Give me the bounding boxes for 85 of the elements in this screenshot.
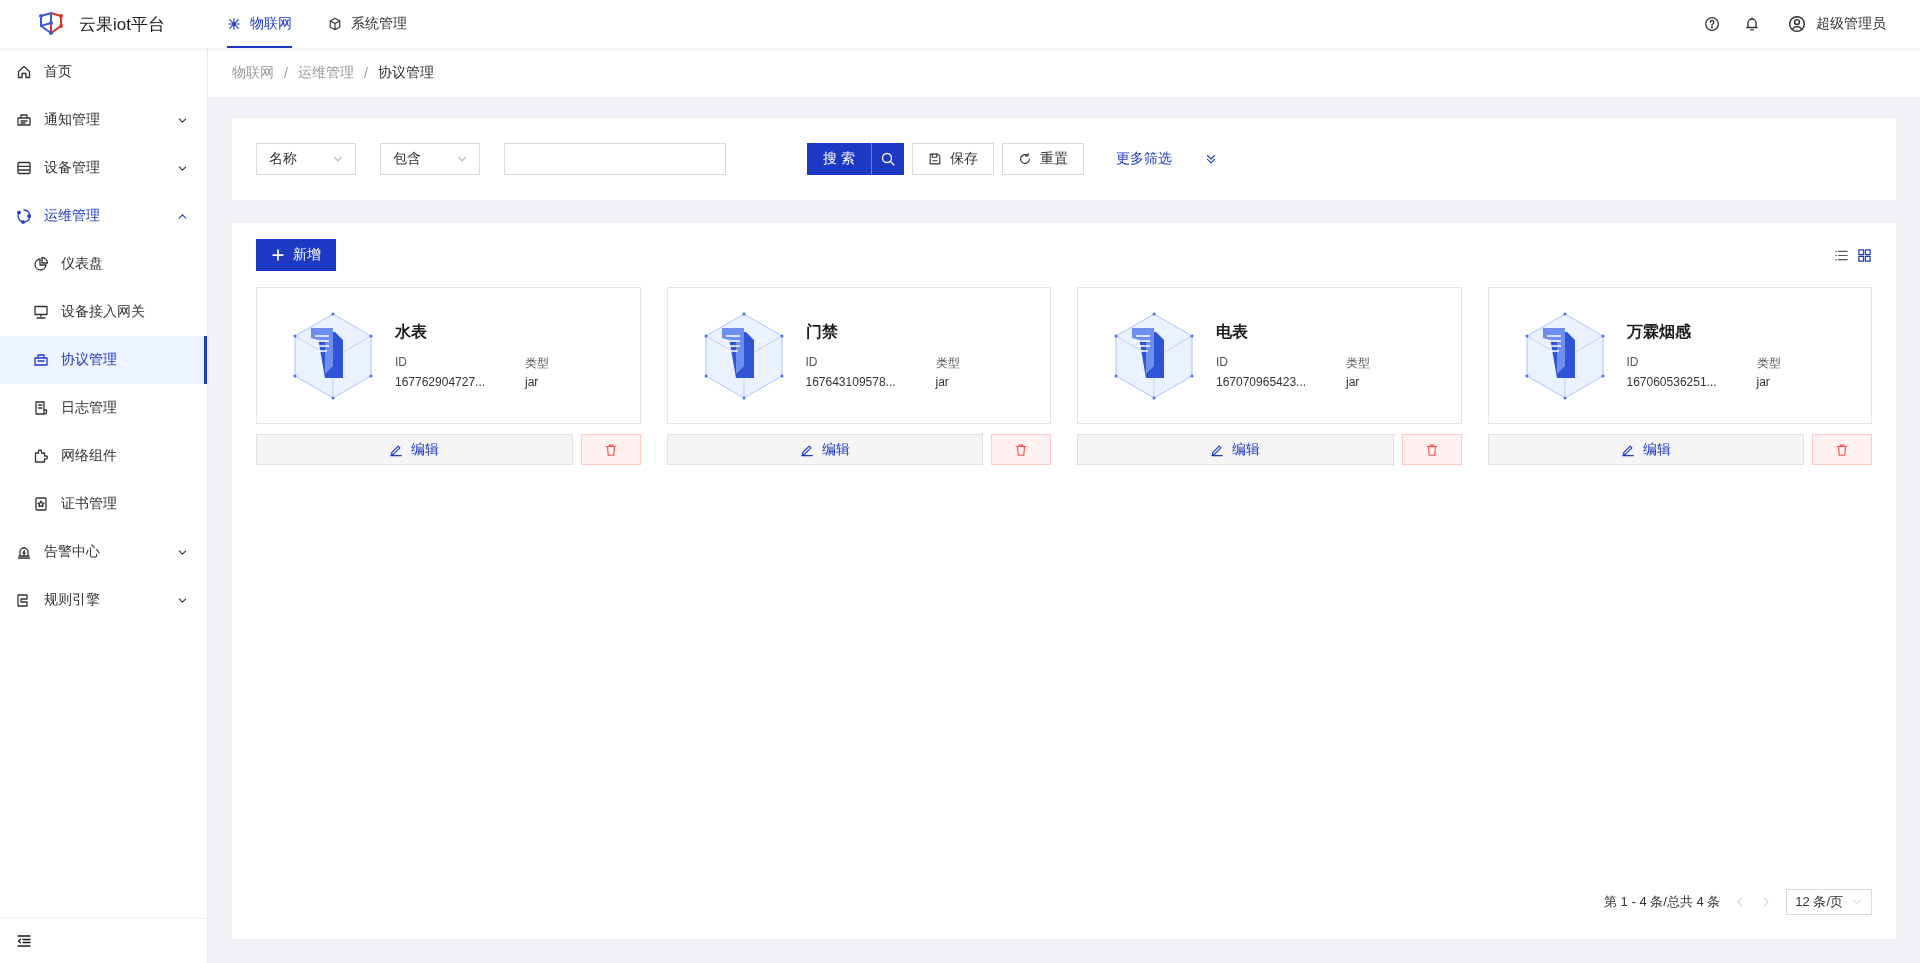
pencil-icon xyxy=(1620,442,1635,457)
pagination-summary: 第 1 - 4 条/总共 4 条 xyxy=(1604,893,1721,911)
cube-icon xyxy=(328,17,342,31)
sidebar-item[interactable]: 首页 xyxy=(0,48,207,96)
grid-view-icon[interactable] xyxy=(1857,247,1872,263)
card-title: 门禁 xyxy=(805,322,839,342)
document-icon xyxy=(33,400,49,416)
page-size-select[interactable]: 12 条/页 xyxy=(1786,889,1872,915)
field-label: 类型 xyxy=(935,355,961,372)
pencil-icon xyxy=(389,442,404,457)
sidebar-item[interactable]: 网络组件 xyxy=(0,432,207,480)
app-title: 云果iot平台 xyxy=(79,13,165,36)
trash-icon xyxy=(1835,442,1849,457)
plus-icon xyxy=(271,248,285,262)
pie-chart-icon xyxy=(33,256,49,272)
certificate-icon xyxy=(33,496,49,512)
collapse-menu-icon[interactable] xyxy=(16,933,32,949)
more-filters-link[interactable]: 更多筛选 xyxy=(1115,150,1172,168)
field-label: 类型 xyxy=(1756,355,1782,372)
sidebar-item[interactable]: 告警中心 xyxy=(0,528,207,576)
user-menu[interactable]: 超级管理员 xyxy=(1788,15,1886,33)
sidebar-item[interactable]: 证书管理 xyxy=(0,480,207,528)
id-value: 167762904727... xyxy=(395,375,487,389)
logo-icon xyxy=(37,10,65,38)
field-label: ID xyxy=(1216,355,1229,371)
card-title: 万霖烟感 xyxy=(1626,322,1692,342)
trash-icon xyxy=(603,442,618,457)
id-value: 167070965423... xyxy=(1216,375,1308,389)
card-title: 电表 xyxy=(1216,322,1249,342)
sidebar-item[interactable]: 设备管理 xyxy=(0,144,207,192)
alarm-icon xyxy=(16,544,32,560)
bell-icon[interactable] xyxy=(1744,16,1760,32)
type-value: jar xyxy=(525,375,540,389)
sidebar-item[interactable]: 仪表盘 xyxy=(0,240,207,288)
sidebar-item[interactable]: 协议管理 xyxy=(0,336,207,384)
type-value: jar xyxy=(1756,375,1771,389)
help-icon[interactable] xyxy=(1704,16,1720,32)
edit-button[interactable]: 编辑 xyxy=(1077,434,1394,465)
sidebar-item[interactable]: 规则引擎 xyxy=(0,576,207,624)
id-value: 167060536251... xyxy=(1626,375,1718,389)
breadcrumb-separator: / xyxy=(284,64,288,81)
add-button[interactable]: 新增 xyxy=(256,239,336,271)
trash-icon xyxy=(1014,442,1028,457)
server-icon xyxy=(16,160,32,176)
cycle-icon xyxy=(16,208,32,224)
user-icon xyxy=(1788,15,1806,33)
delete-button[interactable] xyxy=(1812,434,1872,465)
pencil-icon xyxy=(799,442,814,457)
select-field[interactable]: 包含 xyxy=(380,143,480,175)
edit-button[interactable]: 编辑 xyxy=(666,434,983,465)
edit-button[interactable]: 编辑 xyxy=(256,434,573,465)
puzzle-icon xyxy=(33,448,49,464)
monitor-icon xyxy=(33,304,49,320)
breadcrumb-separator: / xyxy=(363,64,368,81)
reset-icon xyxy=(1017,152,1032,166)
sidebar-item[interactable]: 通知管理 xyxy=(0,96,207,144)
card-title: 水表 xyxy=(395,322,428,342)
field-label: ID xyxy=(805,355,819,371)
type-value: jar xyxy=(1346,375,1361,389)
search-input[interactable] xyxy=(504,143,726,175)
id-value: 167643109578... xyxy=(805,375,897,389)
search-button[interactable]: 搜 索 xyxy=(807,143,904,175)
delete-button[interactable] xyxy=(1401,434,1462,465)
breadcrumb-item: 协议管理 xyxy=(377,63,434,82)
save-button[interactable]: 保存 xyxy=(911,143,994,175)
nav-tab[interactable]: 系统管理 xyxy=(328,0,407,48)
delete-button[interactable] xyxy=(580,434,641,465)
edit-button[interactable]: 编辑 xyxy=(1487,434,1804,465)
reset-button[interactable]: 重置 xyxy=(1001,143,1084,175)
sidebar-item[interactable]: 运维管理 xyxy=(0,192,207,240)
delete-button[interactable] xyxy=(991,434,1051,465)
field-label: ID xyxy=(395,355,408,371)
select-field[interactable]: 名称 xyxy=(256,143,356,175)
network-icon xyxy=(227,17,241,31)
type-value: jar xyxy=(935,375,950,389)
sidebar-item[interactable]: 日志管理 xyxy=(0,384,207,432)
field-label: 类型 xyxy=(525,355,550,372)
field-label: 类型 xyxy=(1346,355,1371,372)
trash-icon xyxy=(1424,442,1439,457)
sidebar-item[interactable]: 设备接入网关 xyxy=(0,288,207,336)
pencil-icon xyxy=(1210,442,1225,457)
field-label: ID xyxy=(1626,355,1640,371)
save-icon xyxy=(927,152,942,166)
home-icon xyxy=(16,64,32,80)
search-icon xyxy=(879,151,896,167)
